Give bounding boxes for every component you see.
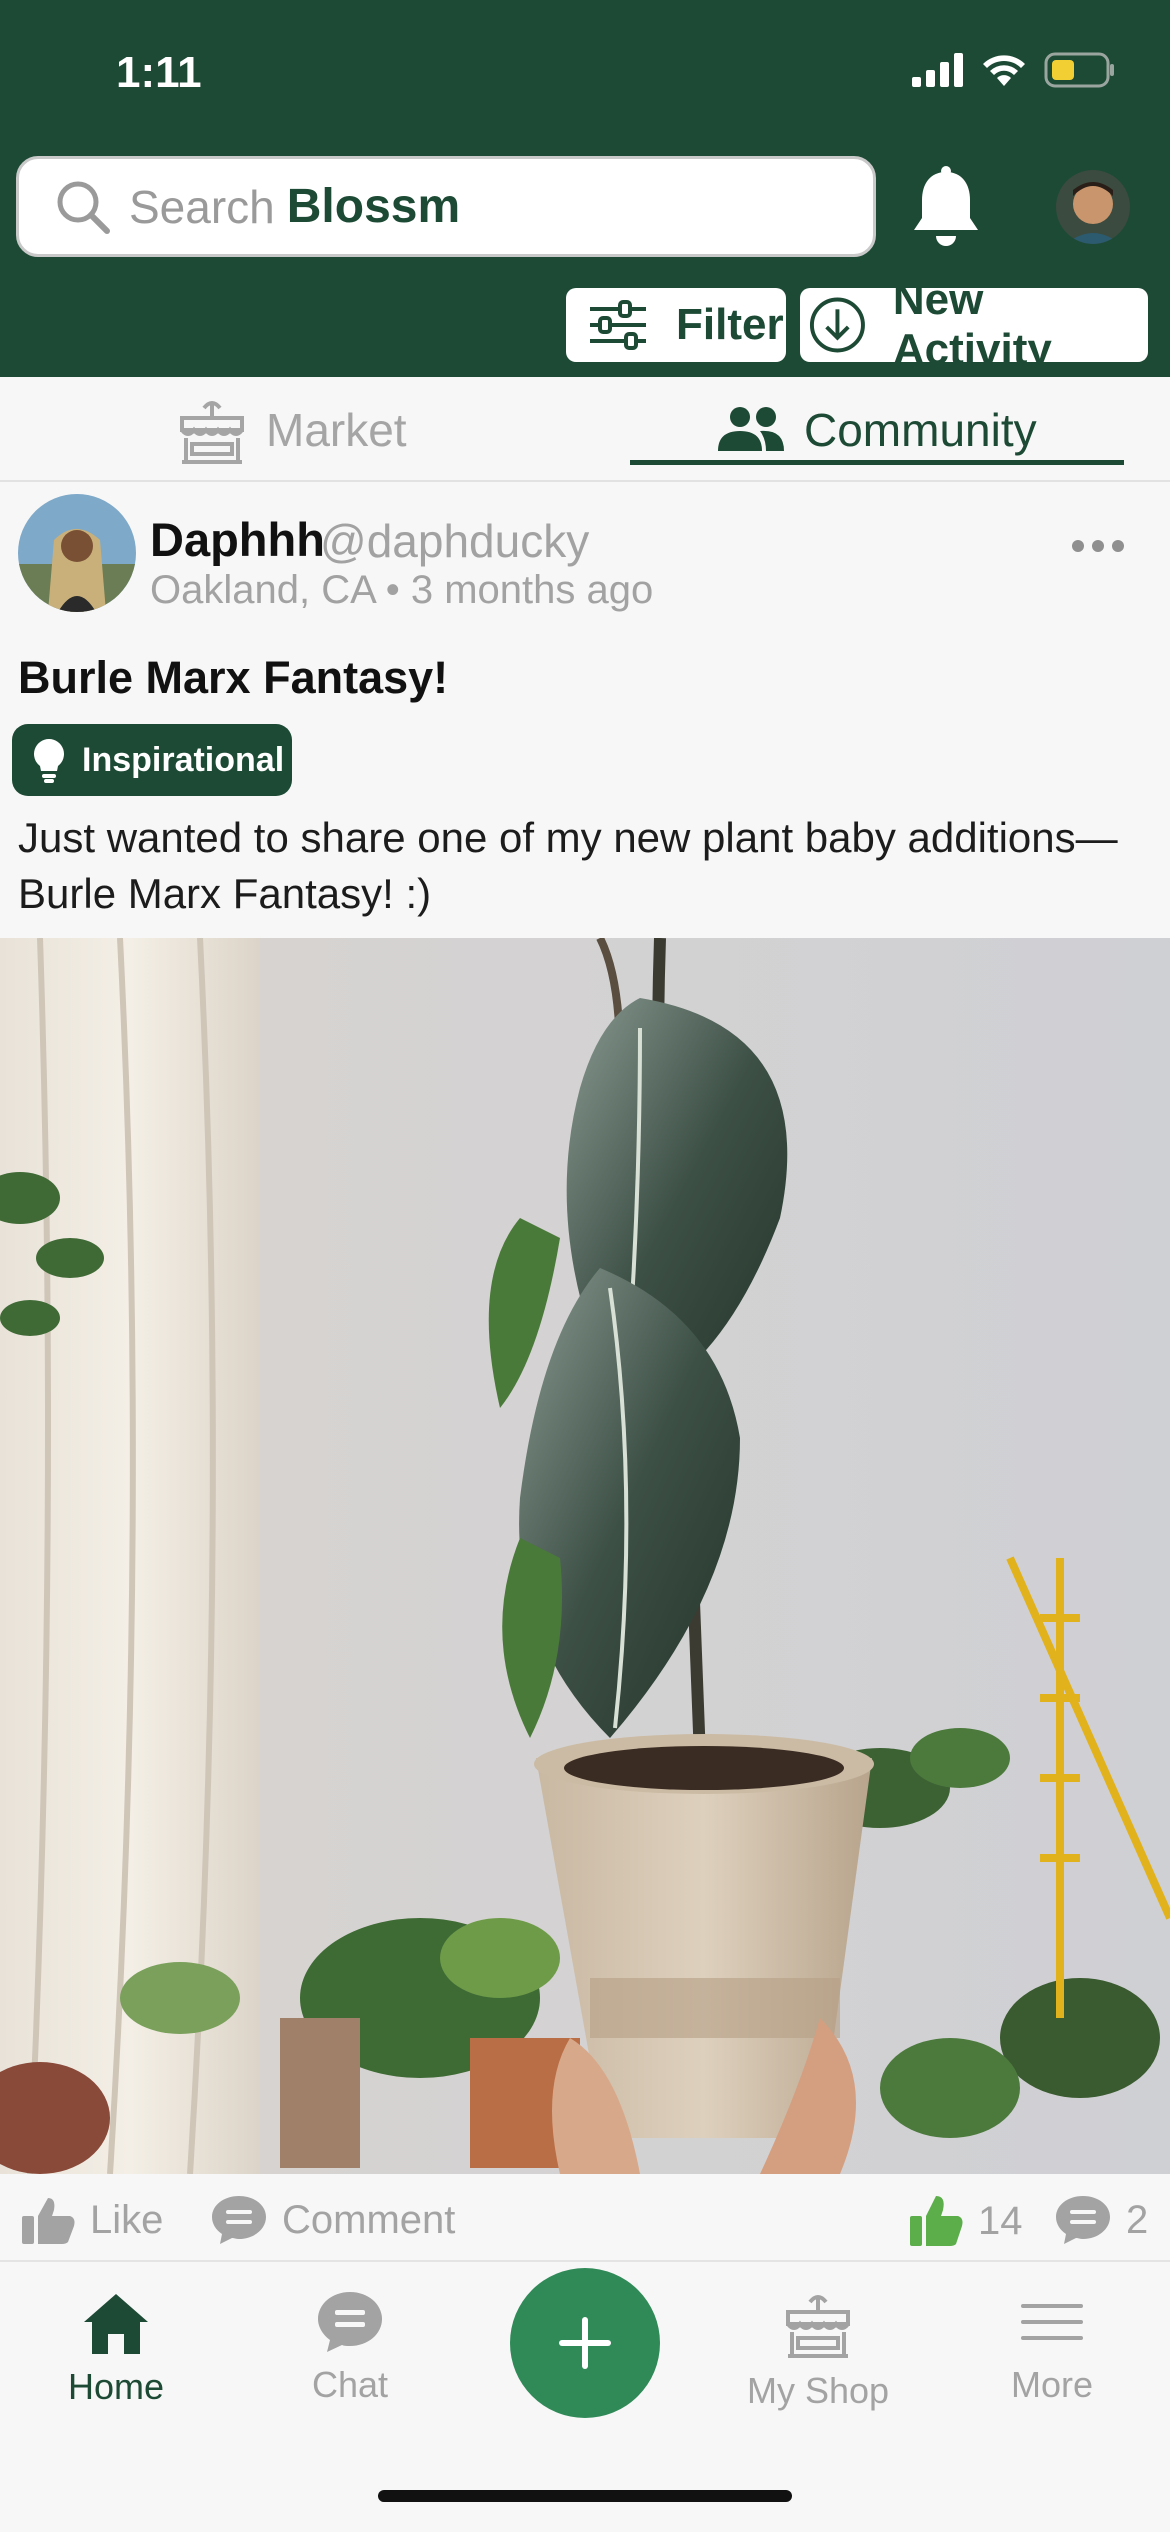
chat-icon	[318, 2292, 382, 2352]
like-label: Like	[90, 2197, 164, 2242]
filter-label: Filter	[676, 300, 784, 349]
post-timestamp: 3 months ago	[410, 568, 654, 612]
nav-chat[interactable]: Chat	[260, 2290, 440, 2406]
author-avatar-image	[18, 494, 136, 612]
nav-more-label: More	[1010, 2364, 1094, 2405]
bell-icon	[914, 166, 978, 246]
post-photo[interactable]	[0, 938, 1170, 2174]
nav-more[interactable]: More	[962, 2290, 1142, 2406]
download-circle-icon	[809, 297, 865, 353]
plant-photo-image	[0, 938, 1170, 2174]
author-name[interactable]: Daphhh	[150, 512, 325, 567]
nav-home[interactable]: Home	[26, 2290, 206, 2408]
filter-button[interactable]: Filter	[566, 288, 786, 362]
status-time: 1:11	[116, 48, 202, 97]
user-avatar-image	[1056, 170, 1130, 244]
tab-community[interactable]: Community	[716, 377, 1037, 482]
nav-my-shop[interactable]: My Shop	[728, 2290, 908, 2412]
feed-tabs: Market Community	[0, 377, 1170, 482]
thumbs-up-icon	[22, 2198, 75, 2244]
wifi-icon	[983, 55, 1025, 86]
thumbs-up-filled-icon	[910, 2196, 963, 2246]
tab-market-label: Market	[266, 403, 407, 456]
comment-bubble-icon	[212, 2196, 266, 2244]
like-count-value: 14	[978, 2198, 1023, 2243]
hamburger-menu-icon	[1021, 2304, 1083, 2340]
like-count[interactable]: 14	[908, 2194, 1023, 2248]
like-button[interactable]: Like	[20, 2194, 163, 2246]
home-icon	[84, 2294, 148, 2354]
new-activity-button[interactable]: New Activity	[800, 275, 1148, 374]
comment-count-icon	[1056, 2196, 1110, 2244]
author-avatar[interactable]	[18, 494, 136, 612]
home-indicator	[378, 2490, 792, 2502]
author-handle[interactable]: @daphducky	[320, 514, 589, 568]
plus-icon	[559, 2317, 611, 2369]
post-actions: Like Comment 14 2	[0, 2174, 1170, 2258]
more-options-icon[interactable]	[1072, 536, 1124, 556]
comment-button[interactable]: Comment	[210, 2194, 455, 2246]
search-brand-name: Blossm	[286, 180, 461, 233]
post-tag-label: Inspirational	[82, 740, 285, 779]
user-avatar[interactable]	[1056, 170, 1130, 244]
battery-icon	[1044, 52, 1114, 88]
tab-community-label: Community	[804, 403, 1037, 456]
comment-count-value: 2	[1126, 2197, 1149, 2242]
app-header: 1:11 Search Blossm Filter New Activity	[0, 0, 1170, 377]
comment-count[interactable]: 2	[1054, 2194, 1148, 2246]
market-stall-icon	[180, 400, 244, 464]
tab-market[interactable]: Market	[176, 377, 407, 482]
notifications-button[interactable]	[908, 166, 984, 255]
post-meta: Oakland, CA • 3 months ago	[150, 568, 653, 613]
lightbulb-icon	[34, 739, 64, 783]
shop-stall-icon	[786, 2295, 850, 2358]
meta-separator: •	[385, 568, 400, 612]
create-post-button[interactable]	[510, 2268, 660, 2418]
comment-label: Comment	[282, 2197, 456, 2242]
search-input[interactable]: Search Blossm	[16, 156, 876, 257]
search-icon	[57, 181, 110, 234]
active-tab-indicator	[630, 460, 1124, 465]
signal-icon	[912, 53, 963, 87]
new-activity-label: New Activity	[892, 275, 1052, 374]
status-icons	[912, 52, 1116, 88]
post-body: Just wanted to share one of my new plant…	[18, 814, 1118, 917]
sliders-icon	[590, 300, 646, 350]
nav-chat-label: Chat	[311, 2364, 389, 2405]
search-placeholder: Search	[129, 180, 275, 233]
people-icon	[718, 406, 784, 451]
post-title: Burle Marx Fantasy!	[18, 652, 449, 703]
nav-home-label: Home	[67, 2366, 165, 2407]
nav-my-shop-label: My Shop	[746, 2370, 890, 2411]
post-tag[interactable]: Inspirational	[12, 724, 292, 796]
post-location: Oakland, CA	[150, 568, 375, 612]
